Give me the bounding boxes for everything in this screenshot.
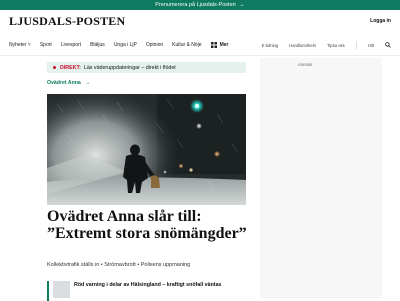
arrow-right-icon: → [84,80,91,86]
nav-link-handlarcirkeln[interactable]: Handlarcirkeln [289,43,316,48]
live-updates-banner[interactable]: DIREKT: Läs väderuppdateringar – direkt … [47,62,246,73]
related-thumbnail [53,281,70,298]
nav-item-label: Nyheter [9,41,27,48]
nav-item-label: Mer [219,41,229,48]
nav-item-nyheter[interactable]: Nyheter ˅ [9,42,31,48]
search-icon[interactable] [385,42,391,48]
nav-item-kultur-noje[interactable]: Kultur & Nöje [172,42,201,48]
nav-item-sport[interactable]: Sport [40,42,52,48]
related-article[interactable]: Röd varning i delar av Hälsingland – kra… [47,281,246,301]
topic-label: Ovädret Anna [47,80,81,86]
masthead: LJUSDALS-POSTEN Logga in [0,10,400,34]
snowstorm-photo [47,94,246,205]
article-deck: Kollektivtrafik ställs in • Strömavbrott… [47,262,191,268]
site-logo[interactable]: LJUSDALS-POSTEN [9,14,125,29]
live-tag: DIREKT: [60,64,81,71]
nav-link-tipsa-oss[interactable]: Tipsa oss [327,43,345,48]
nav-item-mer[interactable]: Mer [210,41,229,48]
live-banner-text: Läs väderuppdateringar – direkt i flödet [83,64,176,71]
chevron-down-icon: ˅ [27,41,31,48]
ad-label: Annons [298,62,313,67]
article-headline[interactable]: Ovädret Anna slår till: ”Extremt stora s… [47,208,252,242]
nav-item-livesport[interactable]: Livesport [61,42,81,48]
nav-item-opinion[interactable]: Opinion [146,42,163,48]
promo-text: Prenumerera på Ljusdals-Posten [155,2,236,8]
hero-image[interactable] [47,94,246,205]
nav-link-e-tidning[interactable]: E-tidning [262,43,279,48]
related-title: Röd varning i delar av Hälsingland – kra… [74,282,222,288]
subscribe-promo-bar[interactable]: Prenumerera på Ljusdals-Posten → [0,0,400,10]
advertisement-slot[interactable] [260,58,382,298]
grid-icon [210,41,217,48]
accent-bar [47,281,49,301]
nav-link-hitt[interactable]: Hitt [368,43,374,48]
login-button[interactable]: Logga in [370,18,391,24]
divider [355,41,357,49]
main-navigation: Nyheter ˅ Sport Livesport Bläljus Unga i… [0,34,400,56]
nav-item-blaljus[interactable]: Bläljus [90,42,105,48]
live-dot-icon [53,66,56,69]
topic-link[interactable]: Ovädret Anna → [47,80,90,86]
nav-item-unga-i-ljp[interactable]: Unga i LjP [114,42,137,48]
arrow-right-icon: → [238,2,245,8]
